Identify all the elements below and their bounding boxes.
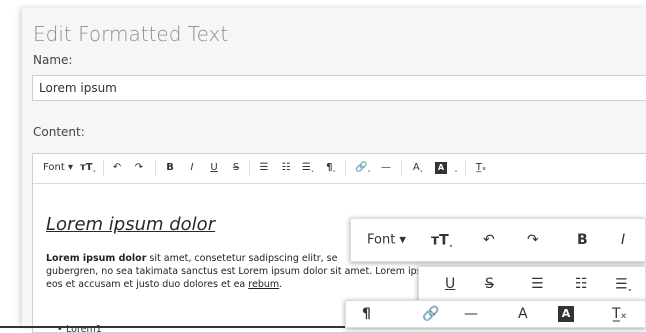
chevron-down-icon[interactable]: ˯ [452, 159, 460, 177]
toolbar-separator [249, 160, 250, 176]
text-size-icon[interactable]: тT˯ [431, 232, 453, 249]
toolbar-separator [345, 160, 346, 176]
bold-icon[interactable]: B [163, 159, 177, 177]
background-color-icon[interactable]: A [558, 306, 574, 322]
paragraph-line-3: eos et accusam et justo duo dolores et e… [46, 279, 249, 290]
floating-toolbar-row-2: U S̶ ☰ ☷ ☰˯ [418, 266, 646, 302]
align-icon[interactable]: ☰˯ [299, 159, 317, 177]
font-color-icon[interactable]: A [518, 306, 528, 322]
floating-toolbar-row-1: Font ▾ тT˯ ↶ ↷ B I [350, 218, 646, 262]
redo-icon[interactable]: ↷ [131, 159, 147, 177]
align-icon[interactable]: ☰˯ [615, 276, 632, 293]
link-icon[interactable]: 🔗˯ [353, 159, 373, 177]
background-color-icon[interactable]: A [435, 162, 447, 174]
toolbar-separator [465, 160, 466, 176]
horizontal-rule-icon[interactable]: — [464, 306, 478, 322]
strikethrough-icon[interactable]: S̶ [229, 159, 243, 177]
paragraph-icon[interactable]: ¶˯ [323, 159, 339, 177]
content-heading: Lorem ipsum dolor [46, 214, 216, 235]
name-label: Name: [33, 53, 73, 67]
link-icon[interactable]: 🔗 [422, 306, 439, 322]
name-input[interactable]: Lorem ipsum [32, 75, 646, 101]
bullet-list-icon[interactable]: ☰ [257, 159, 271, 177]
paragraph-text: sit amet, consetetur sadipscing elitr, s… [146, 253, 338, 264]
redo-icon[interactable]: ↷ [527, 232, 539, 248]
paragraph-icon[interactable]: ¶ [362, 306, 371, 322]
editor-toolbar: Font ▾ тT˯ ↶ ↷ B I U S̶ ☰ ☷ ☰˯ ¶˯ 🔗˯ — A… [33, 154, 646, 184]
bold-icon[interactable]: B [577, 232, 588, 248]
undo-icon[interactable]: ↶ [483, 232, 495, 248]
content-label: Content: [33, 125, 85, 139]
toolbar-separator [155, 160, 156, 176]
paragraph-bold-text: Lorem ipsum dolor [46, 253, 147, 264]
toolbar-separator [401, 160, 402, 176]
numbered-list-icon[interactable]: ☷ [575, 276, 588, 292]
italic-icon[interactable]: I [185, 159, 199, 177]
clear-format-icon[interactable]: T̲ₓ [612, 306, 627, 322]
strikethrough-icon[interactable]: S̶ [485, 276, 494, 292]
paragraph-end: . [279, 279, 283, 290]
font-dropdown[interactable]: Font ▾ [367, 233, 406, 248]
horizontal-rule-icon[interactable]: — [379, 159, 393, 177]
numbered-list-icon[interactable]: ☷ [279, 159, 293, 177]
clear-format-icon[interactable]: T̲ₓ [473, 159, 489, 177]
undo-icon[interactable]: ↶ [109, 159, 125, 177]
font-dropdown[interactable]: Font ▾ [41, 159, 75, 177]
bullet-list-icon[interactable]: ☰ [531, 276, 544, 292]
underline-icon[interactable]: U [207, 159, 221, 177]
paragraph-link[interactable]: rebum [248, 279, 279, 290]
floating-toolbar-row-3: ¶ 🔗 — A A T̲ₓ [345, 300, 646, 328]
text-size-icon[interactable]: тT˯ [79, 159, 97, 177]
dialog-title: Edit Formatted Text [33, 22, 229, 46]
toolbar-separator [103, 160, 104, 176]
font-color-icon[interactable]: A˯ [409, 159, 427, 177]
underline-icon[interactable]: U [445, 276, 455, 292]
italic-icon[interactable]: I [621, 232, 625, 248]
